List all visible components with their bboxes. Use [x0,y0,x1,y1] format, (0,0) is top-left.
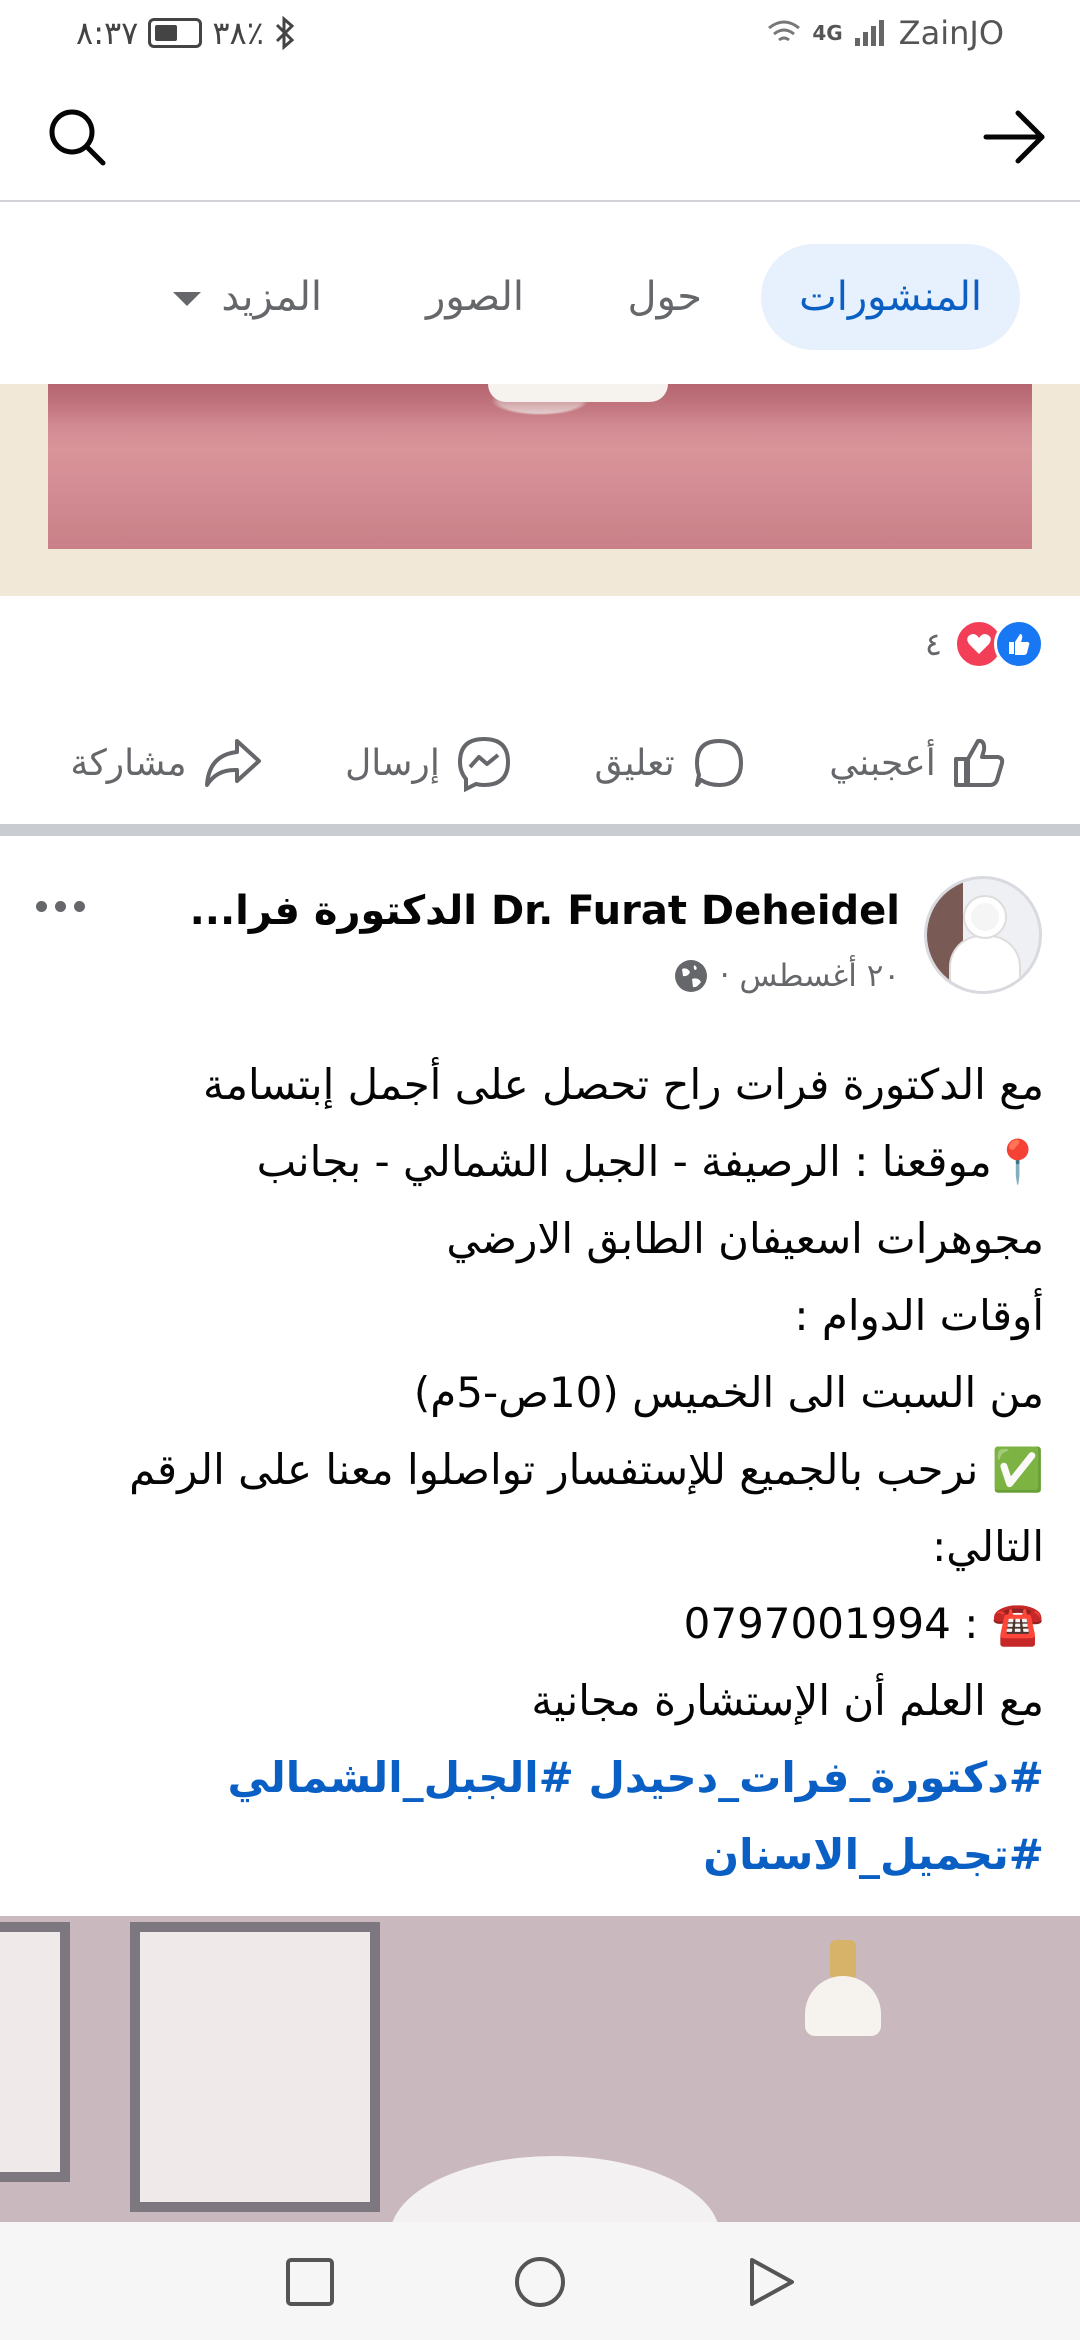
status-right: 4G ZainJO [766,14,1004,52]
triangle-icon [750,2258,794,2306]
bluetooth-icon [275,16,295,50]
post-line: ☎️ : 0797001994 [683,1599,1044,1648]
status-bar: ٨:٣٧ ٣٨٪ 4G ZainJO [0,0,1080,72]
post-actions: أعجبني تعليق إرسال مشاركة [0,708,1080,818]
post-date: ٢٠ أغسطس · [719,958,900,994]
post-line: 📍موقعنا : الرصيفة - الجبل الشمالي - بجان… [256,1137,1044,1186]
profile-tabs: المنشورات حول الصور المزيد [0,202,1080,384]
post-meta: ٢٠ أغسطس · [674,958,900,994]
author-name[interactable]: Dr. Furat Deheidel الدكتورة فرا... [180,888,900,934]
send-label: إرسال [345,742,440,784]
wall-frame [0,1922,70,2182]
system-nav-bar [0,2222,1080,2340]
like-icon [994,619,1044,669]
post-image-bottom[interactable] [0,1916,1080,2222]
post-line: التالي: [932,1522,1044,1571]
messenger-icon [457,736,510,793]
recents-button[interactable] [282,2254,338,2310]
reaction-count: ٤ [924,625,942,663]
lips-image [48,384,1032,549]
tab-more[interactable]: المزيد [135,244,360,350]
comment-label: تعليق [594,742,675,784]
tab-more-label: المزيد [221,274,322,320]
dropdown-arrow-icon [173,292,202,306]
post-line: أوقات الدوام : [794,1291,1044,1340]
search-icon [49,109,106,166]
dot-icon [54,900,66,912]
dot-icon [73,900,85,912]
status-time: ٨:٣٧ [76,14,139,52]
back-button[interactable] [980,102,1050,172]
post-divider [0,824,1080,836]
tab-posts[interactable]: المنشورات [761,244,1020,350]
like-button[interactable]: أعجبني [829,733,1009,793]
send-button[interactable]: إرسال [345,733,514,793]
globe-icon [674,960,707,992]
network-type: 4G [812,21,843,45]
arrow-right-icon [983,110,1045,164]
post-line: ✅ نرحب بالجميع للإستفسار تواصلوا معنا عل… [129,1445,1044,1494]
thumbs-up-icon [953,738,1004,787]
search-button[interactable] [42,102,112,172]
avatar-figure-body [951,937,1019,991]
post-line: من السبت الى الخميس (10ص-5م) [413,1368,1044,1417]
post-line: مع الدكتورة فرات راح تحصل على أجمل إبتسا… [202,1060,1044,1109]
avatar[interactable] [924,876,1042,994]
battery-level: ٣٨٪ [212,14,264,52]
share-button[interactable]: مشاركة [70,733,264,793]
circle-icon [515,2257,565,2307]
comment-button[interactable]: تعليق [594,733,748,793]
tab-about[interactable]: حول [590,244,740,350]
post-image-top[interactable] [0,384,1080,596]
lamp-fixture [830,1940,856,1980]
square-icon [286,2258,334,2306]
post-body: مع الدكتورة فرات راح تحصل على أجمل إبتسا… [34,1046,1044,1893]
battery-icon [148,18,203,48]
wall-frame [130,1922,380,2212]
share-icon [204,739,261,787]
like-label: أعجبني [829,742,936,784]
hashtag-link[interactable]: #تجميل_الاسنان [34,1816,1044,1893]
tab-photos[interactable]: الصور [388,244,562,350]
person-head [390,2156,720,2222]
hashtag-link[interactable]: #دكتورة_فرات_دحيدل #الجبل_الشمالي [34,1739,1045,1816]
status-left: ٨:٣٧ ٣٨٪ [76,14,296,52]
wifi-icon [768,20,801,42]
home-button[interactable] [512,2254,568,2310]
post-line: مع العلم أن الإستشارة مجانية [531,1676,1044,1725]
comment-icon [694,739,743,787]
post-line: مجوهرات اسعيفان الطابق الارضي [446,1214,1044,1263]
top-nav [0,72,1080,202]
share-label: مشاركة [70,742,187,784]
carrier-name: ZainJO [898,14,1004,52]
post-card: Dr. Furat Deheidel الدكتورة فرا... ٢٠ أغ… [0,836,1080,1916]
teeth-detail [488,384,668,402]
reaction-summary[interactable]: ٤ [925,612,1044,676]
dot-icon [35,900,47,912]
avatar-figure-head [965,897,1005,937]
lamp-shade [805,1976,881,2036]
signal-icon [854,20,884,46]
back-nav-button[interactable] [742,2254,798,2310]
more-options-button[interactable] [30,886,90,926]
